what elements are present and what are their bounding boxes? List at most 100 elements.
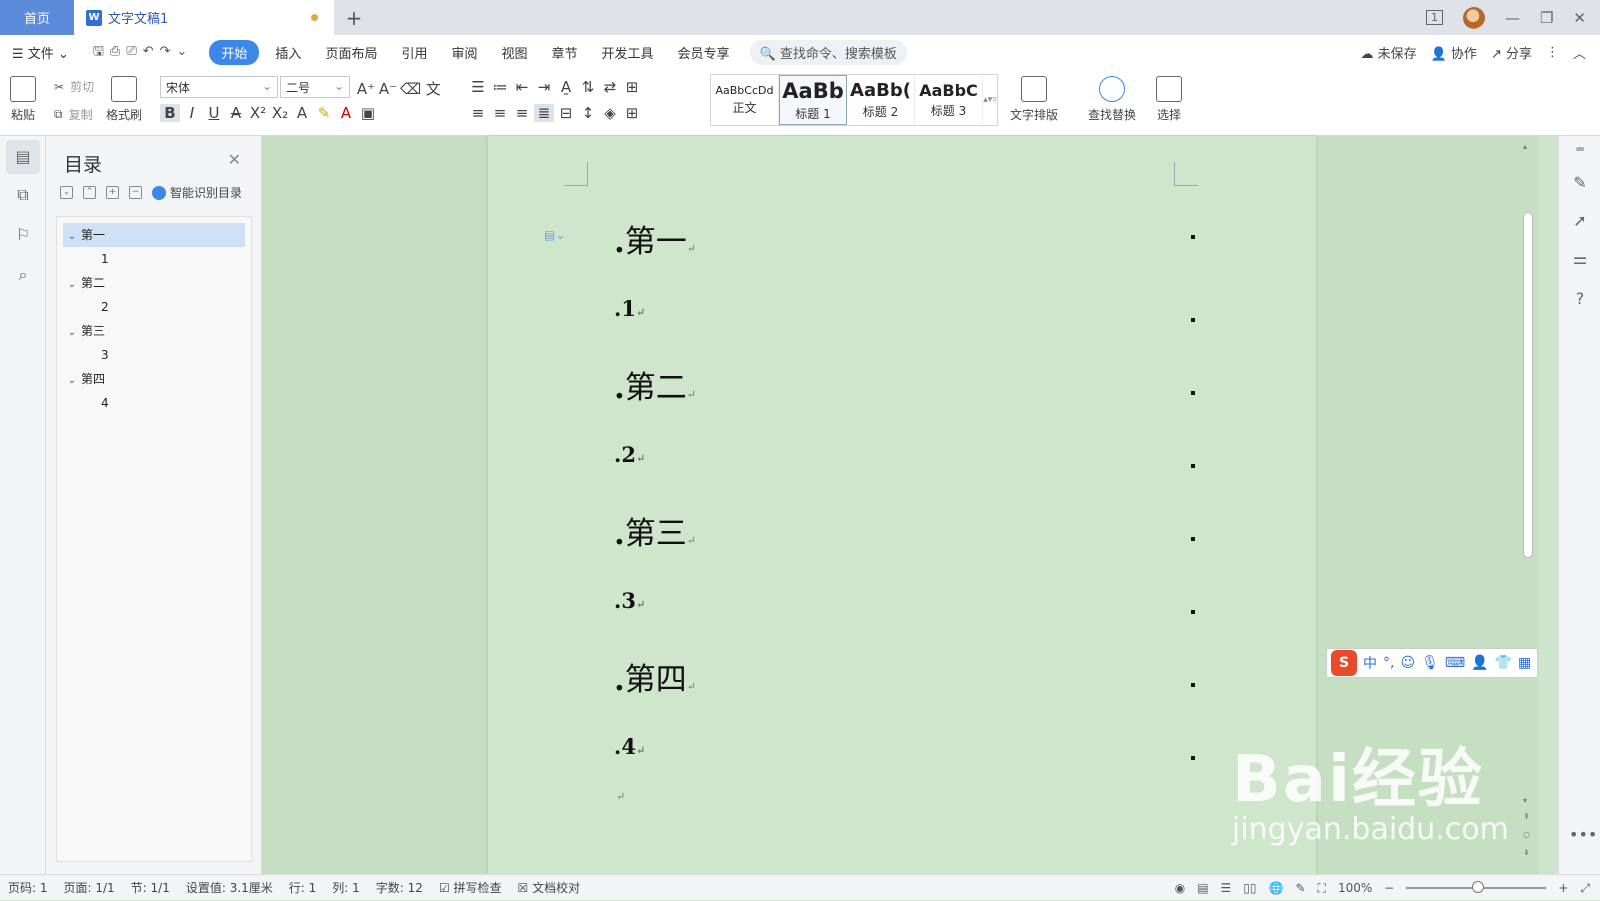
smart-toc-button[interactable]: 智能识别目录	[152, 184, 242, 201]
scroll-up-icon[interactable]: ▴	[1523, 142, 1527, 151]
doc-subheading-1[interactable]: .1↵	[614, 296, 645, 321]
emoji-icon[interactable]: ☺	[1400, 655, 1415, 671]
fit-page-icon[interactable]: ⛶	[1318, 881, 1326, 896]
toc-subitem-1[interactable]: 1	[63, 247, 245, 271]
zoom-out-icon[interactable]: −	[1384, 881, 1394, 895]
menu-member[interactable]: 会员专享	[666, 43, 742, 62]
ime-language-toggle[interactable]: 中	[1363, 653, 1377, 673]
zoom-slider[interactable]	[1406, 881, 1547, 893]
write-mode-icon[interactable]: ✎	[1295, 881, 1305, 895]
sogou-logo-icon[interactable]: S	[1331, 650, 1357, 676]
increase-indent-icon[interactable]: ⇥	[534, 78, 554, 96]
toc-subitem-4[interactable]: 4	[63, 391, 245, 415]
justify-icon[interactable]: ≣	[534, 104, 554, 122]
doc-subheading-2[interactable]: .2↵	[614, 442, 645, 467]
minimize-icon[interactable]: —	[1505, 9, 1520, 27]
align-right-icon[interactable]: ≡	[512, 104, 532, 122]
doc-subheading-4[interactable]: .4↵	[614, 734, 645, 759]
search-icon[interactable]: ⌕	[12, 264, 34, 286]
eye-protection-icon[interactable]: ◉	[1175, 881, 1185, 895]
underline-icon[interactable]: U	[204, 104, 224, 122]
menu-chapter[interactable]: 章节	[540, 43, 590, 62]
keyboard-icon[interactable]: ⌨	[1445, 655, 1465, 671]
file-menu[interactable]: ☰ 文件 ⌄	[0, 43, 81, 62]
skin-icon[interactable]: 👕	[1495, 655, 1512, 671]
numbered-list-icon[interactable]: ≔	[490, 78, 510, 96]
shading-icon[interactable]: ◈	[600, 104, 620, 122]
menu-start[interactable]: 开始	[209, 40, 260, 65]
pen-icon[interactable]: ✎	[1569, 172, 1591, 194]
remove-heading-icon[interactable]: −	[129, 186, 142, 199]
style-normal[interactable]: AaBbCcDd 正文	[711, 75, 779, 125]
status-setting[interactable]: 设置值: 3.1厘米	[178, 879, 281, 896]
clear-format-icon[interactable]: ⌫	[400, 80, 421, 98]
status-page-number[interactable]: 页码: 1	[0, 879, 56, 896]
shrink-font-icon[interactable]: A⁻	[378, 80, 398, 98]
decrease-indent-icon[interactable]: ⇤	[512, 78, 532, 96]
paste-button[interactable]: 粘贴	[10, 76, 36, 123]
strikethrough-icon[interactable]: A	[226, 104, 246, 122]
superscript-icon[interactable]: X²	[248, 104, 268, 122]
web-view-icon[interactable]: 🌐	[1269, 881, 1284, 895]
help-icon[interactable]: ?	[1569, 288, 1591, 310]
expand-all-icon[interactable]: ⌃	[83, 186, 96, 199]
font-name-select[interactable]: 宋体 ⌄	[160, 76, 278, 98]
spell-check-button[interactable]: ☑ 拼写检查	[431, 879, 510, 896]
collapse-ribbon-icon[interactable]: ︿	[1573, 43, 1586, 62]
style-heading-3[interactable]: AaBbC 标题 3	[915, 75, 983, 125]
reading-view-icon[interactable]: ▯▯	[1243, 881, 1256, 895]
subscript-icon[interactable]: X₂	[270, 104, 290, 122]
new-tab-button[interactable]: +	[334, 0, 374, 35]
doc-heading-3[interactable]: .第三↵	[614, 508, 696, 553]
doc-heading-4[interactable]: .第四↵	[614, 654, 696, 699]
char-border-icon[interactable]: ▣	[358, 104, 378, 122]
apps-grid-icon[interactable]: ▦	[1518, 655, 1531, 671]
tab-document[interactable]: W 文字文稿1	[74, 0, 334, 35]
collab-button[interactable]: 👤 协作	[1431, 43, 1477, 62]
pointer-icon[interactable]: ➚	[1569, 210, 1591, 232]
doc-heading-2[interactable]: .第二↵	[614, 362, 696, 407]
zoom-slider-knob[interactable]	[1472, 881, 1485, 893]
menu-insert[interactable]: 插入	[263, 43, 313, 62]
toc-subitem-2[interactable]: 2	[63, 295, 245, 319]
grow-font-icon[interactable]: A⁺	[356, 80, 376, 98]
fullscreen-icon[interactable]: ⤢	[1580, 881, 1590, 896]
phonetic-icon[interactable]: 文	[423, 78, 443, 99]
toc-subitem-3[interactable]: 3	[63, 343, 245, 367]
bold-icon[interactable]: B	[160, 104, 180, 122]
show-marks-icon[interactable]: ⊞	[622, 78, 642, 96]
chevron-down-icon[interactable]: ⌄	[63, 273, 81, 297]
text-layout-button[interactable]: 文字排版	[1010, 76, 1058, 123]
menu-dev-tools[interactable]: 开发工具	[590, 43, 666, 62]
find-replace-button[interactable]: 查找替换	[1088, 76, 1136, 123]
status-word-count[interactable]: 字数: 12	[368, 879, 431, 896]
user-avatar[interactable]	[1462, 6, 1485, 29]
doc-heading-1[interactable]: .第一↵	[614, 216, 696, 261]
distribute-icon[interactable]: ⊟	[556, 104, 576, 122]
outline-view-icon[interactable]: ☰	[1221, 881, 1232, 895]
toc-item-3[interactable]: ⌄ 第三	[63, 319, 245, 343]
command-search[interactable]: 🔍 查找命令、搜索模板	[749, 40, 907, 65]
status-row[interactable]: 行: 1	[281, 879, 325, 896]
punctuation-icon[interactable]: °,	[1383, 655, 1394, 671]
zoom-level[interactable]: 100%	[1338, 881, 1372, 895]
status-section[interactable]: 节: 1/1	[123, 879, 178, 896]
menu-page-layout[interactable]: 页面布局	[313, 43, 389, 62]
toc-panel-icon[interactable]: ▤	[6, 140, 40, 174]
toc-item-4[interactable]: ⌄ 第四	[63, 367, 245, 391]
sort-icon[interactable]: ⇅	[578, 78, 598, 96]
restore-icon[interactable]: ❐	[1540, 9, 1553, 27]
align-left-icon[interactable]: ≡	[468, 104, 488, 122]
more-options-icon[interactable]: •••	[1569, 824, 1597, 846]
chevron-down-icon[interactable]: ⌄	[63, 321, 81, 345]
chevron-down-icon[interactable]: ⌄	[63, 369, 81, 393]
status-column[interactable]: 列: 1	[324, 879, 368, 896]
highlight-icon[interactable]: ✎	[314, 104, 334, 122]
chevron-down-icon[interactable]: ⌄	[63, 225, 81, 249]
status-pages[interactable]: 页面: 1/1	[56, 879, 123, 896]
menu-reference[interactable]: 引用	[389, 43, 439, 62]
quick-access-toolbar[interactable]: 🖫⎙⎚↶↷⌄	[81, 42, 206, 64]
close-window-icon[interactable]: ✕	[1573, 9, 1586, 27]
font-size-select[interactable]: 二号 ⌄	[280, 76, 350, 98]
document-page[interactable]: ▤⌄ .第一↵ .1↵ .第二↵ .2↵ .第三↵ .3↵ .第四↵ .4↵ ↵	[488, 136, 1316, 874]
